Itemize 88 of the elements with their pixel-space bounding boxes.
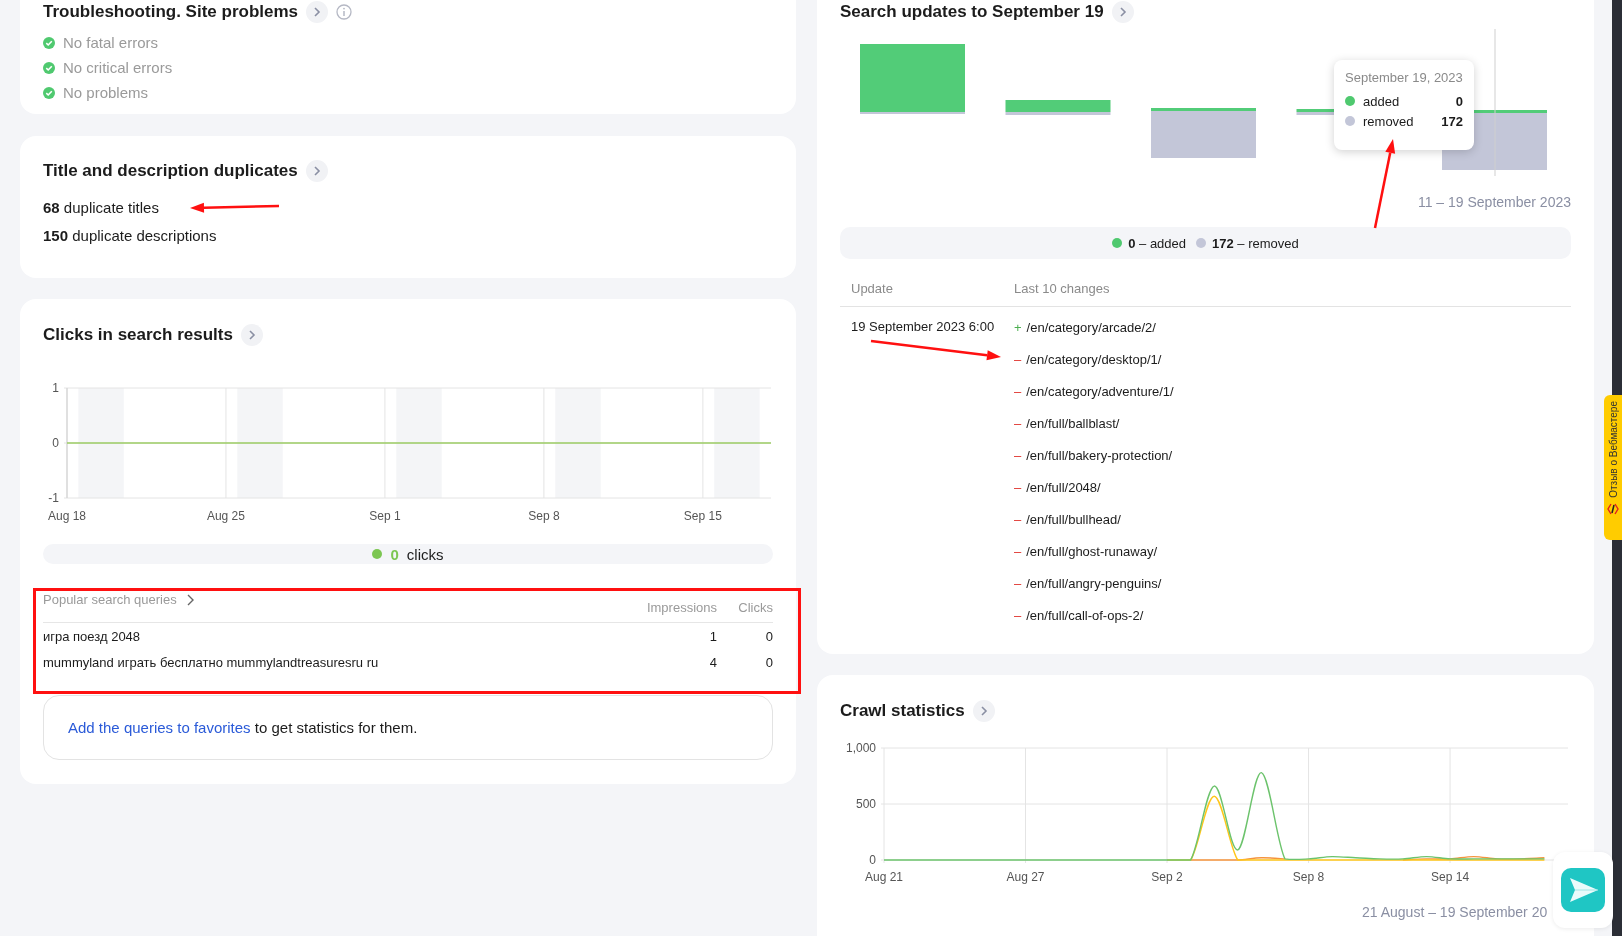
feedback-tab[interactable]: Отзыв о Вебмастере [1604,395,1622,540]
change-sign: – [1014,543,1022,559]
change-sign: – [1014,383,1022,399]
table-cell-text: 1 [708,628,717,644]
column-header: Update [850,281,894,296]
tooltip-label: removed [1363,113,1415,129]
section-title: Troubleshooting. Site problems [43,1,299,23]
update-date: 19 September 2023 6:00 [851,318,995,336]
legend-label: clicks [406,545,444,563]
info-icon [336,4,353,20]
status-text: No problems [63,84,149,101]
status-text: No critical errors [63,59,173,76]
column-header: Clicks [737,600,773,615]
axis-label: Sep 14 [1431,870,1470,884]
chevron-icon [978,706,989,716]
axis-label: Sep 15 [683,509,722,523]
axis-label: Aug 25 [206,509,245,523]
axis-label: 500 [855,797,876,811]
change-sign: + [1014,319,1022,335]
section-title: Title and description duplicates [43,160,298,182]
axis-label: Aug 21 [865,870,903,884]
axis-label: -1 [48,491,59,505]
chevron-button[interactable] [240,324,263,346]
duplicate-count: 68 duplicate titles [43,198,159,218]
chevron-button[interactable] [1111,1,1134,23]
check-icon [43,61,55,74]
column-header: Last 10 changes [1014,281,1111,296]
page-path: /en/full/call-of-ops-2/ [1026,607,1144,623]
axis-label: 0 [52,436,59,450]
page-path: /en/full/bullhead/ [1026,511,1121,527]
axis-label: 1 [52,381,59,395]
page-path: /en/category/adventure/1/ [1026,383,1174,399]
favorites-link[interactable]: Add the queries to favorites [68,719,251,736]
code-icon [1607,501,1619,516]
chevron-icon [312,7,323,17]
note-text: Add the queries to favorites to get statistics for them. [68,719,418,736]
legend-value: 0 [390,545,399,563]
change-sign: – [1014,511,1022,527]
chevron-button[interactable] [306,1,329,23]
change-sign: – [1014,575,1022,591]
section-title: Clicks in search results [43,324,233,346]
page-path: /en/full/angry-penguins/ [1026,575,1162,591]
chat-button[interactable] [1553,852,1613,928]
table-cell-text: 0 [764,628,773,644]
page-path: /en/full/ghost-runaway/ [1026,543,1158,559]
page-path: /en/category/arcade/2/ [1026,319,1156,335]
check-icon [43,36,55,49]
period-label: 21 August – 19 September 20 [1361,903,1549,922]
section-title: Crawl statistics [840,700,965,722]
query-text: игра поезд 2048 [43,628,142,644]
legend-label: 172 – removed [1212,235,1299,251]
change-sign: – [1014,607,1022,623]
page-path: /en/full/bakery-protection/ [1026,447,1173,463]
axis-label: Sep 8 [1292,870,1325,884]
tooltip-date: September 19, 2023 [1345,70,1463,85]
tooltip-value: 0 [1455,93,1463,109]
axis-label: Aug 27 [1006,870,1045,884]
period-label: 11 – 19 September 2023 [1416,193,1571,212]
chevron-icon [311,166,322,176]
chevron-icon [1117,7,1128,17]
send-icon [1560,866,1606,914]
section-title: Search updates to September 19 [840,1,1104,23]
table-cell-text: 4 [708,654,717,670]
column-header: Impressions [645,600,717,615]
check-icon [43,86,55,99]
table-cell-text: 0 [764,654,773,670]
chevron-button[interactable] [305,160,328,182]
page-path: /en/full/2048/ [1026,479,1101,495]
change-sign: – [1014,351,1022,367]
chevron-button[interactable] [972,700,995,722]
page-path: /en/category/desktop/1/ [1026,351,1162,367]
axis-label: Sep 8 [528,509,560,523]
axis-label: Sep 1 [369,509,401,523]
page-path: /en/full/ballblast/ [1026,415,1120,431]
axis-label: 1,000 [845,741,876,755]
chevron-icon [246,330,257,340]
change-sign: – [1014,447,1022,463]
status-text: No fatal errors [63,34,159,51]
change-sign: – [1014,415,1022,431]
legend-label: 0 – added [1128,235,1187,251]
change-sign: – [1014,479,1022,495]
axis-label: 0 [869,853,876,867]
duplicate-count: 150 duplicate descriptions [43,226,217,246]
axis-label: Sep 2 [1151,870,1183,884]
query-text: mummyland играть бесплатно mummylandtreasuresru ru [43,654,380,670]
tooltip-label: added [1363,93,1401,109]
axis-label: Aug 18 [48,509,86,523]
tooltip-value: 172 [1441,113,1463,129]
